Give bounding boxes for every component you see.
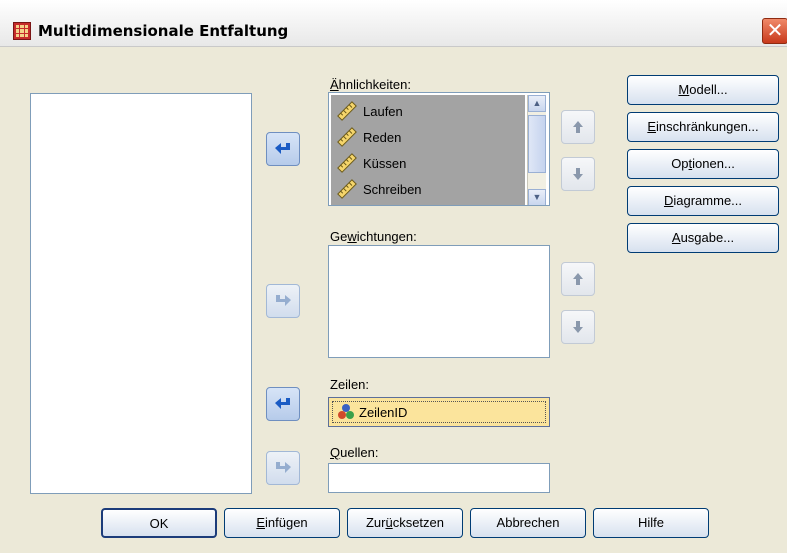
scroll-down-icon[interactable]: ▼ — [528, 189, 546, 205]
title-bar: Multidimensionale Entfaltung ✕ — [0, 0, 787, 47]
paste-button[interactable]: Einfügen — [224, 508, 340, 538]
weights-list[interactable] — [328, 245, 550, 358]
move-to-rows-button[interactable] — [266, 387, 300, 421]
scroll-up-icon[interactable]: ▲ — [528, 95, 546, 112]
restrictions-button[interactable]: Einschränkungen... — [627, 112, 779, 142]
arrow-down-icon — [573, 168, 583, 180]
move-to-similarities-button[interactable] — [266, 132, 300, 166]
ruler-icon — [337, 153, 357, 173]
options-button[interactable]: Optionen... — [627, 149, 779, 179]
nominal-variable-icon — [338, 404, 354, 419]
arrow-down-icon — [573, 321, 583, 333]
rows-field-inner: ZeilenID — [332, 401, 546, 423]
similarities-item[interactable]: Laufen — [337, 99, 403, 123]
similarities-item-label: Reden — [363, 129, 402, 145]
close-button[interactable]: ✕ — [762, 18, 787, 44]
rows-label: Zeilen: — [330, 377, 370, 392]
scroll-thumb[interactable] — [528, 115, 546, 173]
similarities-item-label: Laufen — [363, 103, 403, 119]
arrow-left-icon — [275, 143, 290, 154]
similarities-list[interactable]: Laufen Reden Küssen Schreiben ▲ ▼ — [328, 92, 550, 206]
output-button[interactable]: Ausgabe... — [627, 223, 779, 253]
weights-move-up-button[interactable] — [561, 262, 595, 296]
source-variable-list[interactable] — [30, 93, 252, 494]
ruler-icon — [337, 179, 357, 199]
similarities-item[interactable]: Küssen — [337, 151, 406, 175]
similarities-item-label: Schreiben — [363, 181, 422, 197]
window-title: Multidimensionale Entfaltung — [38, 22, 289, 40]
app-icon — [13, 22, 31, 40]
similarities-label: Ähnlichkeiten: — [330, 77, 411, 92]
similarities-move-down-button[interactable] — [561, 157, 595, 191]
ruler-icon — [337, 127, 357, 147]
arrow-up-icon — [573, 273, 583, 285]
reset-button[interactable]: Zurücksetzen — [347, 508, 463, 538]
help-button[interactable]: Hilfe — [593, 508, 709, 538]
rows-field-value: ZeilenID — [359, 404, 408, 420]
sources-field[interactable] — [328, 463, 550, 493]
arrow-left-icon — [275, 398, 290, 409]
similarities-item[interactable]: Schreiben — [337, 177, 422, 201]
cancel-button[interactable]: Abbrechen — [470, 508, 586, 538]
similarities-item[interactable]: Reden — [337, 125, 401, 149]
ok-button[interactable]: OK — [101, 508, 217, 538]
similarities-move-up-button[interactable] — [561, 110, 595, 144]
arrow-right-icon — [276, 462, 291, 473]
move-to-sources-button[interactable] — [266, 451, 300, 485]
sources-label: Quellen: — [330, 445, 379, 460]
ruler-icon — [337, 101, 357, 121]
plots-button[interactable]: Diagramme... — [627, 186, 779, 216]
arrow-up-icon — [573, 121, 583, 133]
similarities-scrollbar[interactable]: ▲ ▼ — [527, 95, 546, 205]
move-to-weights-button[interactable] — [266, 284, 300, 318]
similarities-item-label: Küssen — [363, 155, 407, 171]
weights-label: Gewichtungen: — [330, 229, 417, 244]
model-button[interactable]: Modell... — [627, 75, 779, 105]
arrow-right-icon — [276, 295, 291, 306]
weights-move-down-button[interactable] — [561, 310, 595, 344]
rows-field[interactable]: ZeilenID — [328, 397, 550, 427]
